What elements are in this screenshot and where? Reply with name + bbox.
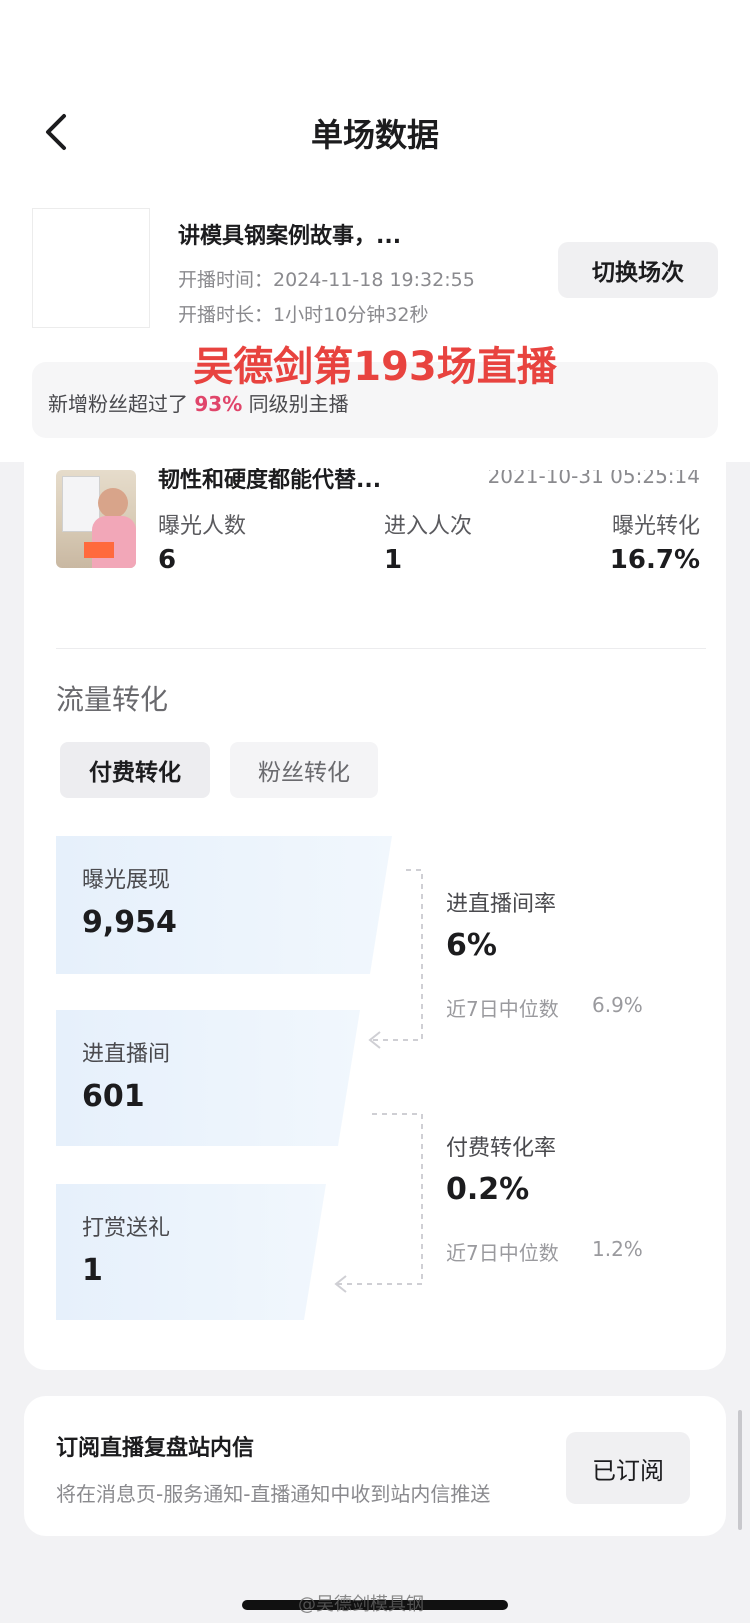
fan-growth-percent: 93% <box>194 392 243 416</box>
watermark: @吴德剑模具钢 <box>298 1594 424 1615</box>
funnel-value-gift: 1 <box>82 1253 103 1288</box>
traffic-section-title: 流量转化 <box>56 683 169 716</box>
median-value-enter: 6.9% <box>592 993 643 1017</box>
rate-value-enter: 6% <box>446 928 497 963</box>
stat-label-exposure: 曝光人数 <box>158 514 247 539</box>
stat-label-conversion: 曝光转化 <box>611 514 700 539</box>
switch-session-button[interactable]: 切换场次 <box>558 242 718 298</box>
median-label-enter: 近7日中位数 <box>446 997 559 1021</box>
subscribed-button[interactable]: 已订阅 <box>566 1432 690 1504</box>
subscription-title: 订阅直播复盘站内信 <box>56 1436 255 1461</box>
funnel-value-exposure: 9,954 <box>82 905 177 940</box>
session-title: 讲模具钢案例故事，... <box>178 224 402 249</box>
session-duration: 开播时长：1小时10分钟32秒 <box>178 304 429 326</box>
fan-growth-text: 新增粉丝超过了 93% 同级别主播 <box>48 388 349 417</box>
section-divider <box>56 648 706 649</box>
tab-paid-conversion[interactable]: 付费转化 <box>60 742 210 798</box>
funnel-value-enter: 601 <box>82 1079 145 1114</box>
tab-fan-conversion[interactable]: 粉丝转化 <box>230 742 378 798</box>
overlay-caption: 吴德剑第193场直播 <box>193 344 557 390</box>
presenter-head-graphic <box>98 488 128 518</box>
rate-value-paid: 0.2% <box>446 1172 530 1207</box>
median-label-paid: 近7日中位数 <box>446 1241 559 1265</box>
rate-label-paid: 付费转化率 <box>446 1136 557 1161</box>
caption-sticker-graphic <box>84 542 114 558</box>
scrollbar[interactable] <box>738 1410 742 1530</box>
stat-value-exposure: 6 <box>158 545 177 575</box>
stat-value-conversion: 16.7% <box>609 545 700 575</box>
stat-label-entries: 进入人次 <box>384 514 473 539</box>
page-title: 单场数据 <box>310 116 439 154</box>
funnel-label-enter: 进直播间 <box>82 1042 171 1067</box>
session-start-time: 开播时间：2024-11-18 19:32:55 <box>178 269 475 291</box>
rate-label-enter: 进直播间率 <box>446 892 557 917</box>
video-thumbnail[interactable] <box>56 470 136 568</box>
median-value-paid: 1.2% <box>592 1237 643 1261</box>
fan-growth-prefix: 新增粉丝超过了 <box>48 392 188 416</box>
subscription-description: 将在消息页-服务通知-直播通知中收到站内信推送 <box>56 1482 491 1506</box>
funnel-label-gift: 打赏送礼 <box>82 1216 171 1241</box>
funnel-label-exposure: 曝光展现 <box>82 868 171 893</box>
session-cover-image <box>32 208 150 328</box>
fan-growth-suffix: 同级别主播 <box>248 392 349 416</box>
stat-value-entries: 1 <box>384 545 403 575</box>
